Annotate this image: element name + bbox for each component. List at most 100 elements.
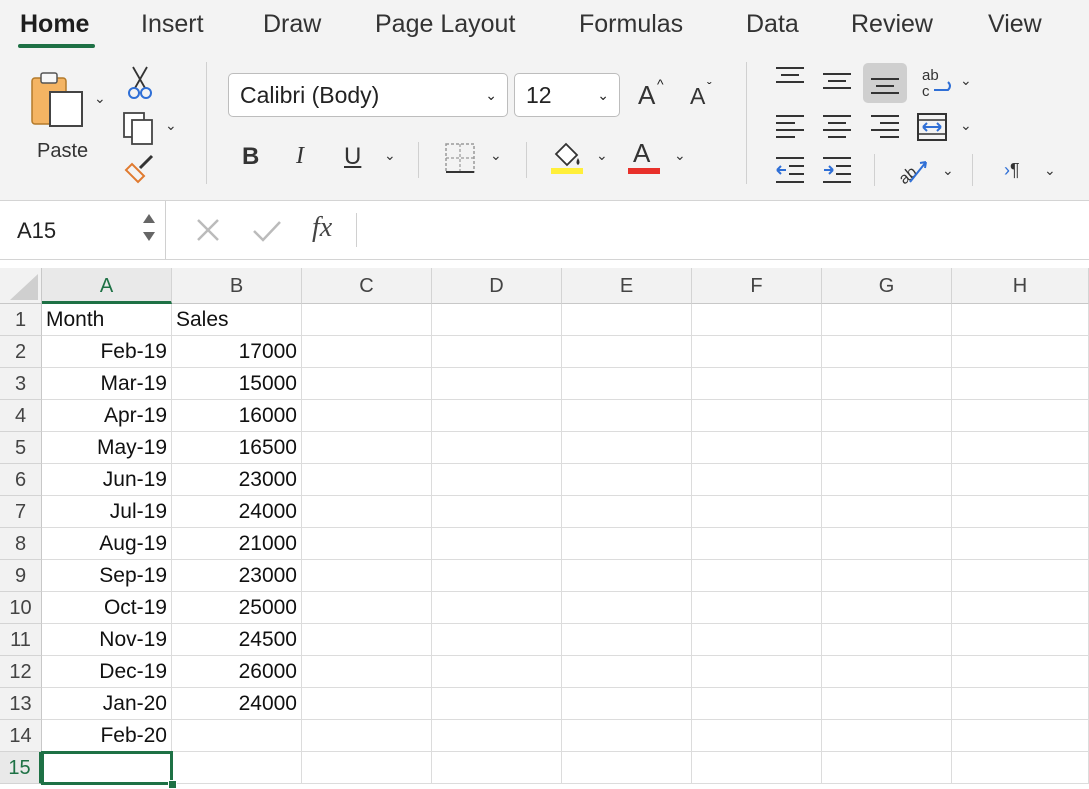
- cell-f6[interactable]: [692, 464, 822, 496]
- underline-button[interactable]: U: [344, 143, 361, 171]
- cell-b3[interactable]: 15000: [172, 368, 302, 400]
- row-header-4[interactable]: 4: [0, 400, 42, 432]
- cell-h10[interactable]: [952, 592, 1089, 624]
- cell-a4[interactable]: Apr-19: [42, 400, 172, 432]
- cell-b14[interactable]: [172, 720, 302, 752]
- cell-a8[interactable]: Aug-19: [42, 528, 172, 560]
- row-header-2[interactable]: 2: [0, 336, 42, 368]
- column-header-a[interactable]: A: [42, 268, 172, 304]
- cell-h3[interactable]: [952, 368, 1089, 400]
- tab-data[interactable]: Data: [746, 10, 799, 39]
- row-header-8[interactable]: 8: [0, 528, 42, 560]
- font-size-select[interactable]: 12 ⌄: [514, 73, 620, 117]
- cell-e4[interactable]: [562, 400, 692, 432]
- cell-f12[interactable]: [692, 656, 822, 688]
- cell-b13[interactable]: 24000: [172, 688, 302, 720]
- cell-f7[interactable]: [692, 496, 822, 528]
- increase-font-size-button[interactable]: A ^: [638, 76, 670, 112]
- decrease-indent-icon[interactable]: [775, 156, 805, 184]
- fill-color-icon[interactable]: [550, 140, 584, 176]
- cell-b5[interactable]: 16500: [172, 432, 302, 464]
- cell-a14[interactable]: Feb-20: [42, 720, 172, 752]
- cell-h6[interactable]: [952, 464, 1089, 496]
- cell-e12[interactable]: [562, 656, 692, 688]
- stepper-icon[interactable]: [142, 210, 156, 246]
- cell-e1[interactable]: [562, 304, 692, 336]
- cell-f11[interactable]: [692, 624, 822, 656]
- cell-c10[interactable]: [302, 592, 432, 624]
- cell-g7[interactable]: [822, 496, 952, 528]
- enter-check-icon[interactable]: [252, 219, 282, 243]
- cell-h2[interactable]: [952, 336, 1089, 368]
- cell-h15[interactable]: [952, 752, 1089, 784]
- cell-h5[interactable]: [952, 432, 1089, 464]
- cell-d10[interactable]: [432, 592, 562, 624]
- cell-d7[interactable]: [432, 496, 562, 528]
- cell-g9[interactable]: [822, 560, 952, 592]
- cell-d13[interactable]: [432, 688, 562, 720]
- cell-c5[interactable]: [302, 432, 432, 464]
- tab-page-layout[interactable]: Page Layout: [375, 10, 515, 39]
- name-box[interactable]: A15: [0, 201, 166, 259]
- orientation-dropdown[interactable]: ⌄: [942, 162, 954, 179]
- decrease-font-size-button[interactable]: A ˇ: [690, 79, 722, 115]
- row-header-14[interactable]: 14: [0, 720, 42, 752]
- column-header-f[interactable]: F: [692, 268, 822, 304]
- align-left-icon[interactable]: [775, 114, 805, 140]
- paste-button[interactable]: Paste: [28, 68, 100, 166]
- fill-color-dropdown[interactable]: ⌄: [596, 147, 608, 164]
- column-header-h[interactable]: H: [952, 268, 1089, 304]
- cell-c11[interactable]: [302, 624, 432, 656]
- font-color-button[interactable]: A: [628, 138, 660, 176]
- cell-f3[interactable]: [692, 368, 822, 400]
- cell-d14[interactable]: [432, 720, 562, 752]
- cell-a6[interactable]: Jun-19: [42, 464, 172, 496]
- cell-e5[interactable]: [562, 432, 692, 464]
- cut-icon[interactable]: [125, 64, 155, 100]
- merge-center-icon[interactable]: [916, 112, 948, 142]
- cell-c8[interactable]: [302, 528, 432, 560]
- cell-c1[interactable]: [302, 304, 432, 336]
- underline-dropdown[interactable]: ⌄: [384, 147, 396, 164]
- column-header-c[interactable]: C: [302, 268, 432, 304]
- cell-h4[interactable]: [952, 400, 1089, 432]
- copy-dropdown[interactable]: ⌄: [165, 117, 177, 134]
- cell-d15[interactable]: [432, 752, 562, 784]
- column-header-b[interactable]: B: [172, 268, 302, 304]
- borders-dropdown[interactable]: ⌄: [490, 147, 502, 164]
- cell-d9[interactable]: [432, 560, 562, 592]
- cell-b10[interactable]: 25000: [172, 592, 302, 624]
- cell-e2[interactable]: [562, 336, 692, 368]
- align-center-icon[interactable]: [822, 114, 852, 140]
- cell-d8[interactable]: [432, 528, 562, 560]
- cell-a13[interactable]: Jan-20: [42, 688, 172, 720]
- increase-indent-icon[interactable]: [822, 156, 852, 184]
- cell-h11[interactable]: [952, 624, 1089, 656]
- cell-b2[interactable]: 17000: [172, 336, 302, 368]
- cell-d4[interactable]: [432, 400, 562, 432]
- cell-a10[interactable]: Oct-19: [42, 592, 172, 624]
- cell-b9[interactable]: 23000: [172, 560, 302, 592]
- cell-f8[interactable]: [692, 528, 822, 560]
- column-header-g[interactable]: G: [822, 268, 952, 304]
- align-top-icon[interactable]: [775, 66, 805, 88]
- align-middle-icon[interactable]: [822, 72, 852, 94]
- cell-d1[interactable]: [432, 304, 562, 336]
- merge-dropdown[interactable]: ⌄: [960, 117, 972, 134]
- cell-h1[interactable]: [952, 304, 1089, 336]
- bold-button[interactable]: B: [242, 143, 259, 171]
- cell-d12[interactable]: [432, 656, 562, 688]
- cell-c3[interactable]: [302, 368, 432, 400]
- row-header-13[interactable]: 13: [0, 688, 42, 720]
- paste-dropdown[interactable]: ⌄: [94, 90, 106, 107]
- column-header-d[interactable]: D: [432, 268, 562, 304]
- cell-g13[interactable]: [822, 688, 952, 720]
- insert-function-button[interactable]: fx: [312, 212, 332, 244]
- tab-view[interactable]: View: [988, 10, 1042, 39]
- cell-g14[interactable]: [822, 720, 952, 752]
- font-name-select[interactable]: Calibri (Body) ⌄: [228, 73, 508, 117]
- cell-e6[interactable]: [562, 464, 692, 496]
- cell-e15[interactable]: [562, 752, 692, 784]
- cell-a9[interactable]: Sep-19: [42, 560, 172, 592]
- cell-c4[interactable]: [302, 400, 432, 432]
